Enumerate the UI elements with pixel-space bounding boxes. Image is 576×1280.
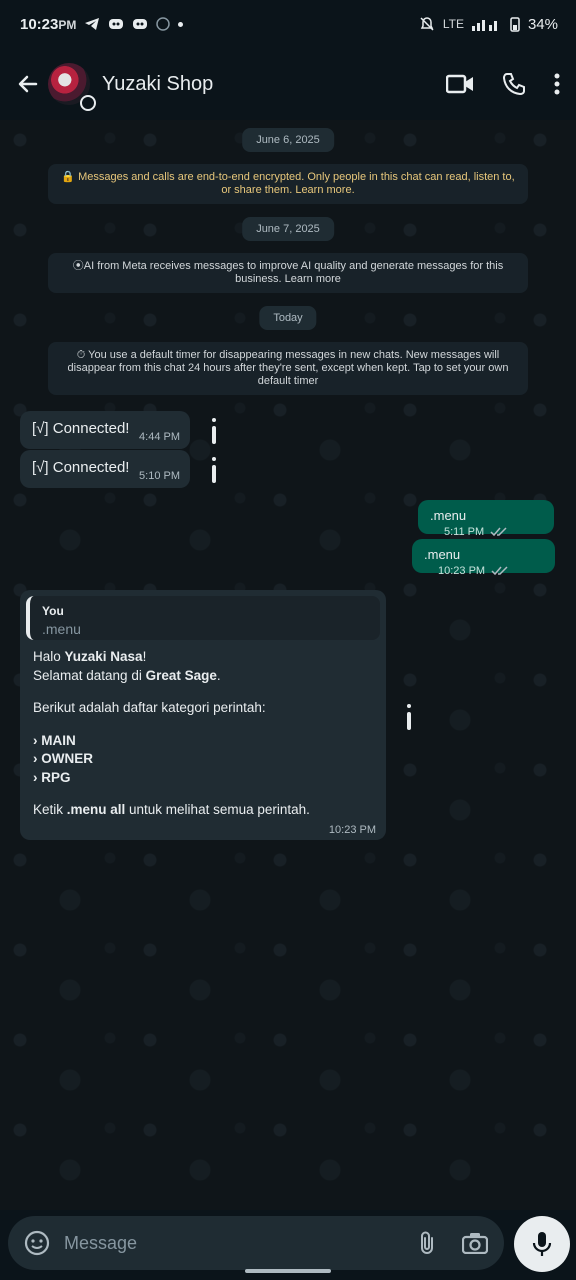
bell-off-icon [420,17,434,31]
disappearing-timer-icon [80,95,96,111]
more-options-icon[interactable] [554,73,560,95]
status-bar: 10:23PM LTE 34% [0,0,576,48]
menu-reply-body: Halo Yuzaki Nasa! Selamat datang di Grea… [26,640,380,820]
bot-name: Great Sage [145,667,217,683]
footer-line: Ketik .menu all untuk melihat semua peri… [33,802,310,817]
discord-icon-2 [133,19,148,29]
message-meta: 5:11 PM [444,526,510,538]
disappearing-timer-notice[interactable]: ⏱ You use a default timer for disappeari… [48,342,528,395]
video-call-icon[interactable] [446,73,474,95]
message-time: 10:23 PM [438,565,486,577]
signal-icon [471,20,497,31]
message-time: 10:23 PM [328,824,376,836]
message-composer: Message [8,1216,504,1270]
arrow-left-icon [18,75,38,93]
category-item: › MAIN [33,732,76,748]
camera-icon[interactable] [462,1232,488,1254]
discord-icon [109,19,124,29]
quoted-sender: You [42,604,64,618]
voice-call-icon[interactable] [502,72,526,96]
quoted-text: .menu [42,621,81,637]
message-text: [√] Connected! [32,420,130,437]
whatsapp-icon [156,17,171,31]
status-ampm: PM [58,17,77,32]
greeting-line: Halo Yuzaki Nasa! [33,649,147,664]
message-meta: 10:23 PM [438,565,511,577]
double-check-icon [491,566,508,576]
status-right: LTE 34% [419,16,558,33]
attach-icon[interactable] [418,1230,436,1256]
status-time: 10:23PM [20,15,77,33]
outgoing-message[interactable]: .menu 10:23 PM [412,539,555,577]
encryption-notice[interactable]: 🔒 Messages and calls are end-to-end encr… [48,164,528,204]
outgoing-message[interactable]: .menu 5:11 PM [418,500,554,538]
chat-header: Yuzaki Shop [0,48,576,120]
quoted-message[interactable]: You .menu [26,596,380,640]
microphone-icon [532,1232,552,1256]
incoming-message[interactable]: [√] Connected! 5:10 PM [20,450,190,488]
message-input[interactable]: Message [64,1233,418,1254]
message-time: 5:10 PM [139,470,180,482]
message-time: 5:11 PM [444,526,485,538]
message-text: [√] Connected! [32,459,130,476]
info-icon[interactable] [210,457,218,485]
home-indicator[interactable] [245,1269,331,1273]
notification-dot [178,21,184,27]
info-icon[interactable] [210,418,218,446]
back-button[interactable] [10,66,46,102]
menu-all-command: .menu all [66,802,126,817]
sticker-icon[interactable] [24,1230,50,1256]
double-check-icon [490,527,507,537]
category-item: › OWNER [33,751,93,766]
voice-message-button[interactable] [514,1216,570,1272]
welcome-line: Selamat datang di Great Sage. [33,667,221,683]
contact-avatar[interactable] [48,63,96,111]
message-time: 4:44 PM [139,431,180,443]
date-divider: June 7, 2025 [242,217,334,241]
header-actions [446,72,560,96]
category-item: › RPG [33,769,71,785]
date-divider: June 6, 2025 [242,128,334,152]
category-intro: Berikut adalah daftar kategori perintah: [33,700,266,715]
info-icon[interactable] [405,704,413,732]
chat-area[interactable]: June 6, 2025 🔒 Messages and calls are en… [0,120,576,1210]
message-text: .menu [430,508,467,523]
message-text: .menu [424,547,461,562]
telegram-icon [85,18,100,30]
meta-ai-notice[interactable]: ⦿AI from Meta receives messages to impro… [48,253,528,293]
battery-icon [510,17,520,32]
contact-name[interactable]: Yuzaki Shop [102,73,446,96]
battery-percent: 34% [527,15,558,33]
incoming-message[interactable]: [√] Connected! 4:44 PM [20,411,190,449]
user-name: Yuzaki Nasa [64,649,143,664]
status-left: 10:23PM [20,15,184,33]
network-type: LTE [442,17,464,31]
composer-actions [418,1230,488,1256]
date-divider: Today [259,306,317,330]
menu-reply-message[interactable]: You .menu Halo Yuzaki Nasa! Selamat data… [20,590,386,840]
